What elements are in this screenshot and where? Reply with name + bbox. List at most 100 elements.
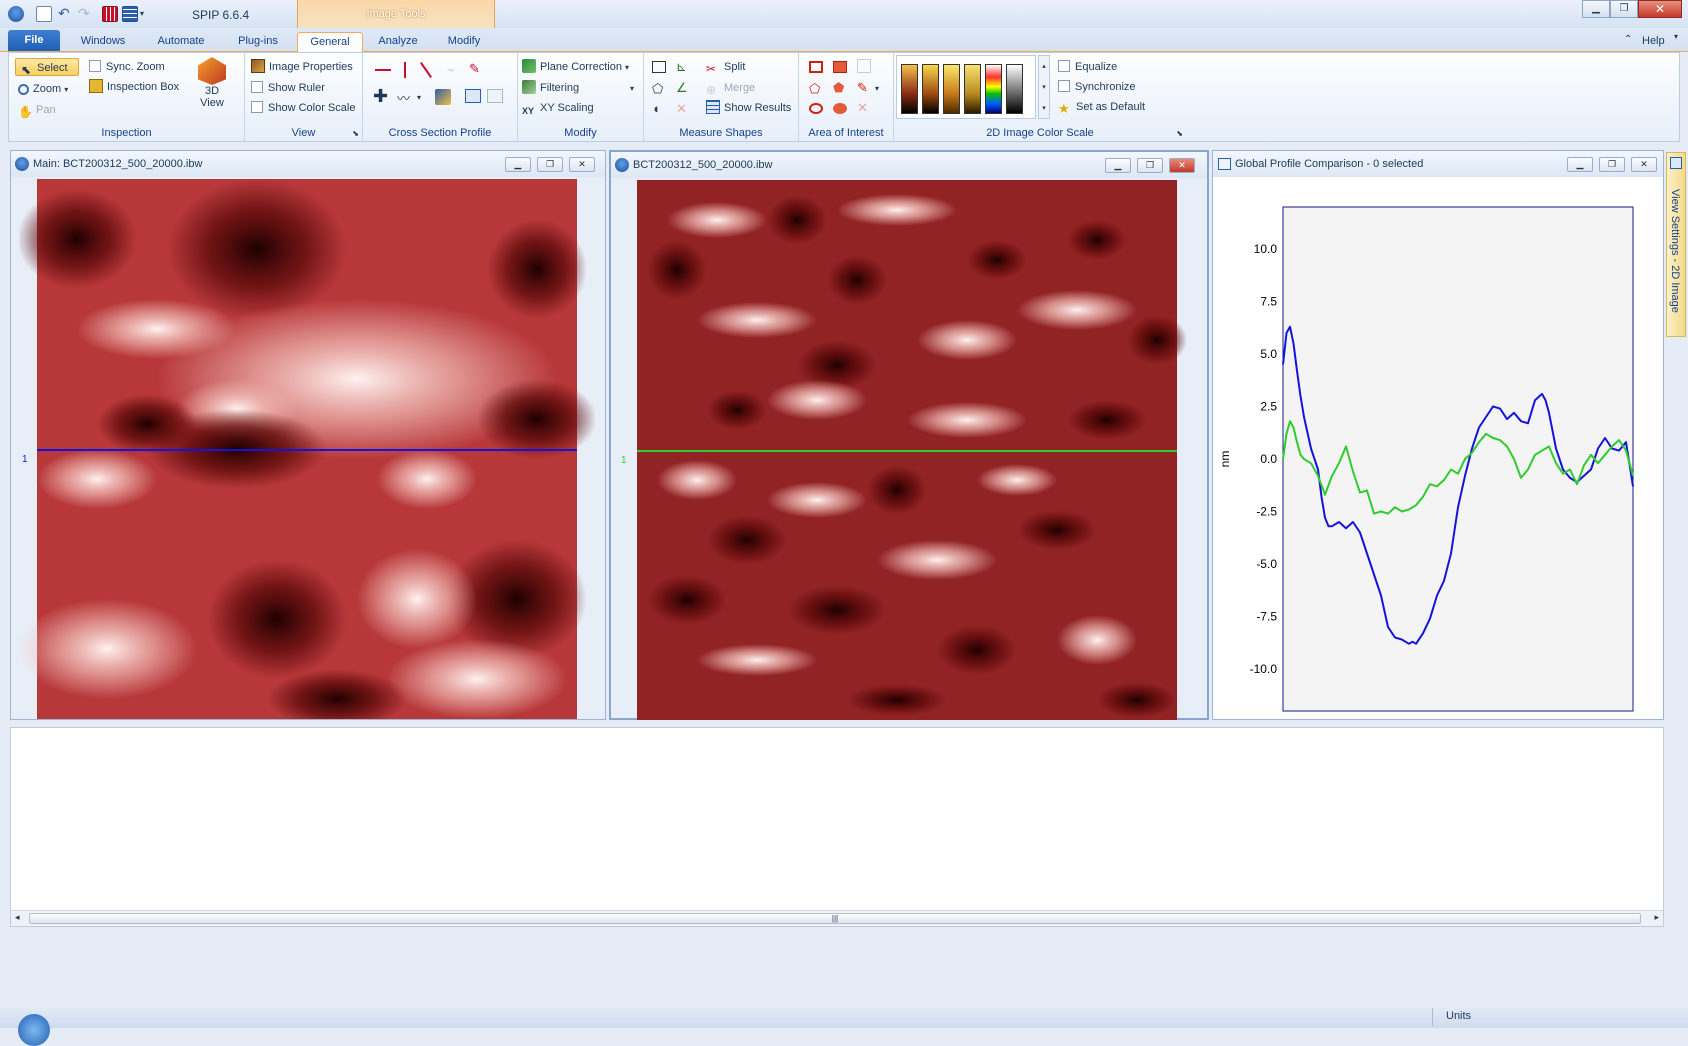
plane-correction-button[interactable]: Plane Correction ▾	[522, 58, 629, 76]
color-scale-swatch-3[interactable]	[943, 64, 960, 114]
undo-icon[interactable]: ↶	[58, 6, 74, 22]
profile-close-button[interactable]: ✕	[1631, 157, 1657, 172]
aoi-filled-ellipse-icon[interactable]	[833, 103, 847, 114]
profile-window[interactable]: Global Profile Comparison - 0 selected ▁…	[1212, 150, 1664, 720]
show-color-scale-box[interactable]	[251, 101, 263, 113]
tab-general[interactable]: General	[297, 32, 363, 52]
profile-chart-icon[interactable]	[465, 89, 481, 103]
qat-dropdown-icon[interactable]: ▾	[140, 6, 148, 22]
show-color-scale-checkbox[interactable]: Show Color Scale	[251, 99, 355, 117]
freehand-dropdown-icon[interactable]: ▾	[417, 93, 421, 102]
tab-modify[interactable]: Modify	[432, 32, 496, 52]
second-restore-button[interactable]: ❐	[1137, 158, 1163, 173]
vertical-line-icon[interactable]	[404, 62, 406, 78]
second-minimize-button[interactable]: ▁	[1105, 158, 1131, 173]
equalize-checkbox[interactable]: Equalize	[1058, 58, 1117, 76]
profile-settings-icon[interactable]	[435, 89, 451, 105]
profile-minimize-button[interactable]: ▁	[1567, 157, 1593, 172]
sync-zoom-box[interactable]	[89, 60, 101, 72]
y-tick-label: -7.5	[1256, 610, 1277, 624]
circle-shape-icon[interactable]: ◖	[652, 101, 660, 116]
tab-windows[interactable]: Windows	[68, 32, 138, 52]
angle-shape-icon[interactable]: ⊾	[676, 59, 687, 75]
tab-plugins[interactable]: Plug-ins	[222, 32, 294, 52]
aoi-tool-icon[interactable]: ✎	[857, 80, 868, 96]
profile-chart[interactable]: 10.07.55.02.50.0-2.5-5.0-7.5-10.00.0100.…	[1213, 177, 1663, 719]
color-scale-swatch-1[interactable]	[901, 64, 918, 114]
select-tool-button[interactable]: ⬉ Select	[15, 58, 79, 77]
color-scale-swatch-2[interactable]	[922, 64, 939, 114]
tab-analyze[interactable]: Analyze	[366, 32, 430, 52]
main-image-window[interactable]: Main: BCT200312_500_20000.ibw ▁ ❐ ✕ 1	[10, 150, 606, 720]
profile-restore-button[interactable]: ❐	[1599, 157, 1625, 172]
split-button[interactable]: ✂ Split	[706, 58, 745, 76]
polygon-shape-icon[interactable]: ⬠	[652, 81, 663, 97]
equalize-box[interactable]	[1058, 60, 1070, 72]
synchronize-box[interactable]	[1058, 80, 1070, 92]
filtering-button[interactable]: Filtering	[522, 79, 579, 97]
scroll-right-icon[interactable]: ▸	[1654, 912, 1659, 923]
aoi-rectangle-icon[interactable]	[809, 61, 823, 73]
show-ruler-box[interactable]	[251, 81, 263, 93]
crosshair-icon[interactable]: ✚	[373, 87, 388, 105]
grid-red-icon[interactable]	[102, 6, 118, 22]
scroll-thumb[interactable]: |||	[29, 913, 1641, 924]
maximize-button[interactable]: ❐	[1610, 0, 1638, 18]
color-scale-swatch-4[interactable]	[964, 64, 981, 114]
sync-zoom-checkbox[interactable]: Sync. Zoom	[89, 58, 165, 76]
grid-blue-icon[interactable]	[122, 6, 138, 22]
xy-scaling-button[interactable]: XY XY Scaling	[522, 99, 594, 117]
scroll-left-icon[interactable]: ◂	[15, 912, 20, 923]
clear-profiles-icon[interactable]: ✎	[469, 61, 480, 77]
synchronize-checkbox[interactable]: Synchronize	[1058, 78, 1136, 96]
show-ruler-checkbox[interactable]: Show Ruler	[251, 79, 325, 97]
zoom-tool-button[interactable]: Zoom ▾	[18, 80, 68, 98]
view-settings-label: View Settings - 2D Image	[1669, 189, 1681, 313]
start-orb-icon[interactable]	[18, 1014, 50, 1046]
filtering-dropdown-icon[interactable]: ▾	[630, 84, 634, 93]
angle2-shape-icon[interactable]: ∠	[676, 80, 688, 96]
rectangle-shape-icon[interactable]	[652, 61, 666, 73]
aoi-filled-polygon-icon[interactable]: ⬟	[833, 80, 844, 96]
freehand-profile-icon[interactable]: 〰	[397, 88, 410, 107]
help-dropdown-icon[interactable]: ▾	[1674, 32, 1678, 41]
aoi-tool-dropdown-icon[interactable]: ▾	[875, 84, 879, 93]
file-menu-button[interactable]: File	[8, 30, 60, 51]
set-as-default-button[interactable]: ★ Set as Default	[1058, 98, 1145, 116]
profile-window-titlebar[interactable]: Global Profile Comparison - 0 selected	[1213, 151, 1663, 177]
color-scale-swatch-5[interactable]	[985, 64, 1002, 114]
aoi-filled-rect-icon[interactable]	[833, 61, 847, 73]
main-restore-button[interactable]: ❐	[537, 157, 563, 172]
horizontal-scrollbar[interactable]: ◂ ||| ▸	[11, 910, 1663, 926]
color-scale-swatch-6[interactable]	[1006, 64, 1023, 114]
horizontal-line-icon[interactable]	[375, 69, 391, 71]
tab-automate[interactable]: Automate	[146, 32, 216, 52]
minimize-button[interactable]: ▁	[1582, 0, 1610, 18]
main-afm-image[interactable]	[19, 179, 595, 719]
new-icon[interactable]	[36, 6, 52, 22]
help-collapse-icon[interactable]: ⌃	[1624, 34, 1632, 45]
app-logo-icon[interactable]	[8, 6, 24, 22]
second-image-window[interactable]: BCT200312_500_20000.ibw ▁ ❐ ✕ 1	[609, 150, 1209, 720]
view-3d-button[interactable]: 3D View	[189, 57, 235, 117]
second-afm-image[interactable]	[619, 180, 1195, 720]
close-button[interactable]: ✕	[1638, 0, 1682, 18]
show-results-button[interactable]: Show Results	[706, 99, 791, 117]
help-menu[interactable]: Help	[1642, 35, 1665, 47]
aoi-polygon-icon[interactable]: ⬠	[809, 81, 820, 97]
view-settings-sidetab[interactable]: View Settings - 2D Image	[1666, 152, 1686, 337]
pan-tool-button[interactable]: ✋ Pan	[18, 101, 56, 119]
main-profile-marker: 1	[22, 454, 28, 465]
second-close-button[interactable]: ✕	[1169, 158, 1195, 173]
app-title: SPIP 6.6.4	[192, 8, 250, 22]
image-properties-button[interactable]: Image Properties	[251, 58, 353, 76]
main-close-button[interactable]: ✕	[569, 157, 595, 172]
aoi-clear-icon: ✕	[857, 100, 868, 115]
diagonal-line-icon[interactable]	[420, 62, 432, 78]
main-minimize-button[interactable]: ▁	[505, 157, 531, 172]
y-tick-label: 7.5	[1260, 295, 1277, 309]
inspection-box-button[interactable]: Inspection Box	[89, 78, 179, 96]
show-color-scale-label: Show Color Scale	[268, 102, 356, 114]
aoi-ellipse-icon[interactable]	[809, 103, 823, 114]
gallery-scroll[interactable]: ▴ ▾ ▾	[1038, 55, 1050, 119]
